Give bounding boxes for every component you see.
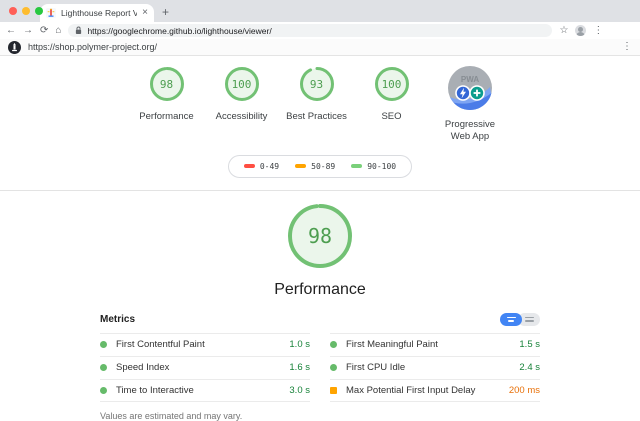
- report-menu-icon[interactable]: ⋮: [622, 42, 632, 52]
- score-legend-pill: 0-49 50-89 90-100: [228, 155, 412, 178]
- score-label: Accessibility: [216, 111, 268, 123]
- metric-row-first-cpu-idle: First CPU Idle 2.4 s: [330, 356, 540, 379]
- metrics-column: First Meaningful Paint 1.5 s First CPU I…: [330, 333, 540, 402]
- score-gauge-seo[interactable]: 100 SEO: [354, 66, 429, 123]
- performance-score-gauge[interactable]: 98: [286, 202, 354, 270]
- metric-name: Time to Interactive: [116, 385, 194, 396]
- score-label: Performance: [139, 111, 193, 123]
- profile-avatar[interactable]: [575, 25, 586, 36]
- lighthouse-favicon-icon: [46, 8, 56, 18]
- bookmark-star-icon[interactable]: ☆: [559, 26, 568, 36]
- metrics-table: First Contentful Paint 1.0 s Speed Index…: [100, 333, 540, 402]
- tab-title: Lighthouse Report Viewer: [61, 8, 137, 18]
- home-icon[interactable]: ⌂: [55, 26, 61, 36]
- legend-item-50-89: 50-89: [295, 162, 335, 171]
- legend-color-dash: [295, 164, 306, 168]
- refresh-icon[interactable]: ⟳: [40, 26, 48, 36]
- metric-value: 1.0 s: [289, 339, 310, 350]
- metric-value: 200 ms: [509, 385, 540, 396]
- score-value: 100: [224, 66, 260, 102]
- metric-value: 1.5 s: [519, 339, 540, 350]
- gauge-ring: 100: [374, 66, 410, 102]
- legend-range-text: 50-89: [311, 162, 335, 171]
- score-label: Best Practices: [286, 111, 347, 123]
- metric-row-first-contentful-paint: First Contentful Paint 1.0 s: [100, 333, 310, 356]
- metric-row-first-meaningful-paint: First Meaningful Paint 1.5 s: [330, 333, 540, 356]
- legend-item-0-49: 0-49: [244, 162, 279, 171]
- metric-name: First Contentful Paint: [116, 339, 205, 350]
- browser-window: Lighthouse Report Viewer × + ← → ⟳ ⌂ htt…: [0, 0, 640, 400]
- metrics-view-toggle: [500, 313, 540, 326]
- new-tab-button[interactable]: +: [162, 5, 169, 19]
- tab-close-icon[interactable]: ×: [142, 8, 148, 18]
- metrics-condensed-view-button[interactable]: [500, 313, 522, 326]
- metrics-heading: Metrics: [100, 314, 135, 325]
- metric-status-dot: [330, 341, 337, 348]
- metric-name: First Meaningful Paint: [346, 339, 438, 350]
- lock-icon: [75, 26, 82, 35]
- score-gauge-best-practices[interactable]: 93 Best Practices: [279, 66, 354, 123]
- metric-row-max-potential-first-input-delay: Max Potential First Input Delay 200 ms: [330, 379, 540, 402]
- gauge-ring: 93: [299, 66, 335, 102]
- gauge-ring: 98: [149, 66, 185, 102]
- metrics-column: First Contentful Paint 1.0 s Speed Index…: [100, 333, 310, 402]
- browser-tab[interactable]: Lighthouse Report Viewer ×: [40, 4, 154, 22]
- score-value: 98: [149, 66, 185, 102]
- legend-item-90-100: 90-100: [351, 162, 396, 171]
- forward-icon[interactable]: →: [23, 26, 33, 36]
- minimize-window-button[interactable]: [22, 7, 30, 15]
- performance-section-title: Performance: [274, 281, 366, 299]
- metric-status-dot: [100, 387, 107, 394]
- metric-value: 2.4 s: [519, 362, 540, 373]
- legend-range-text: 0-49: [260, 162, 279, 171]
- address-bar[interactable]: https://googlechrome.github.io/lighthous…: [68, 24, 552, 37]
- legend-color-dash: [244, 164, 255, 168]
- legend-range-text: 90-100: [367, 162, 396, 171]
- browser-menu-icon[interactable]: ⋮: [593, 26, 603, 36]
- pwa-label: Progressive Web App: [440, 119, 500, 144]
- pwa-badge-text: PWA: [461, 75, 479, 84]
- metric-name: First CPU Idle: [346, 362, 405, 373]
- performance-score-value: 98: [286, 202, 354, 270]
- pwa-badge-item[interactable]: PWA Progressive Web App: [429, 66, 511, 144]
- metric-row-speed-index: Speed Index 1.6 s: [100, 356, 310, 379]
- tab-strip: Lighthouse Report Viewer × +: [0, 0, 640, 22]
- metric-status-dot: [100, 364, 107, 371]
- score-gauge-performance[interactable]: 98 Performance: [129, 66, 204, 123]
- back-icon[interactable]: ←: [6, 26, 16, 36]
- close-window-button[interactable]: [9, 7, 17, 15]
- score-summary-row: 98 Performance 100 Accessibility 93 Best…: [0, 66, 640, 144]
- metrics-header: Metrics: [100, 313, 540, 333]
- metric-value: 3.0 s: [289, 385, 310, 396]
- section-divider: [0, 190, 640, 191]
- performance-section-header: 98 Performance: [0, 202, 640, 299]
- lighthouse-logo-icon: [8, 41, 21, 54]
- score-value: 100: [374, 66, 410, 102]
- metrics-section: Metrics First Contentful Paint 1.0 s Spe…: [100, 313, 540, 421]
- score-value: 93: [299, 66, 335, 102]
- metric-row-time-to-interactive: Time to Interactive 3.0 s: [100, 379, 310, 402]
- metric-value: 1.6 s: [289, 362, 310, 373]
- metrics-disclaimer: Values are estimated and may vary.: [100, 411, 540, 421]
- gauge-ring: 100: [224, 66, 260, 102]
- metric-status-dot: [330, 387, 337, 394]
- browser-toolbar: ← → ⟳ ⌂ https://googlechrome.github.io/l…: [0, 22, 640, 39]
- score-legend: 0-49 50-89 90-100: [0, 155, 640, 178]
- score-label: SEO: [381, 111, 401, 123]
- metric-status-dot: [100, 341, 107, 348]
- metric-name: Speed Index: [116, 362, 169, 373]
- score-gauge-accessibility[interactable]: 100 Accessibility: [204, 66, 279, 123]
- address-url: https://googlechrome.github.io/lighthous…: [87, 26, 271, 36]
- maximize-window-button[interactable]: [35, 7, 43, 15]
- report-url-bar: https://shop.polymer-project.org/ ⋮: [0, 39, 640, 56]
- metric-status-dot: [330, 364, 337, 371]
- metric-name: Max Potential First Input Delay: [346, 385, 475, 396]
- report-url-text: https://shop.polymer-project.org/: [28, 42, 615, 52]
- legend-color-dash: [351, 164, 362, 168]
- window-controls: [9, 7, 43, 15]
- pwa-badge-icon: PWA: [448, 66, 492, 110]
